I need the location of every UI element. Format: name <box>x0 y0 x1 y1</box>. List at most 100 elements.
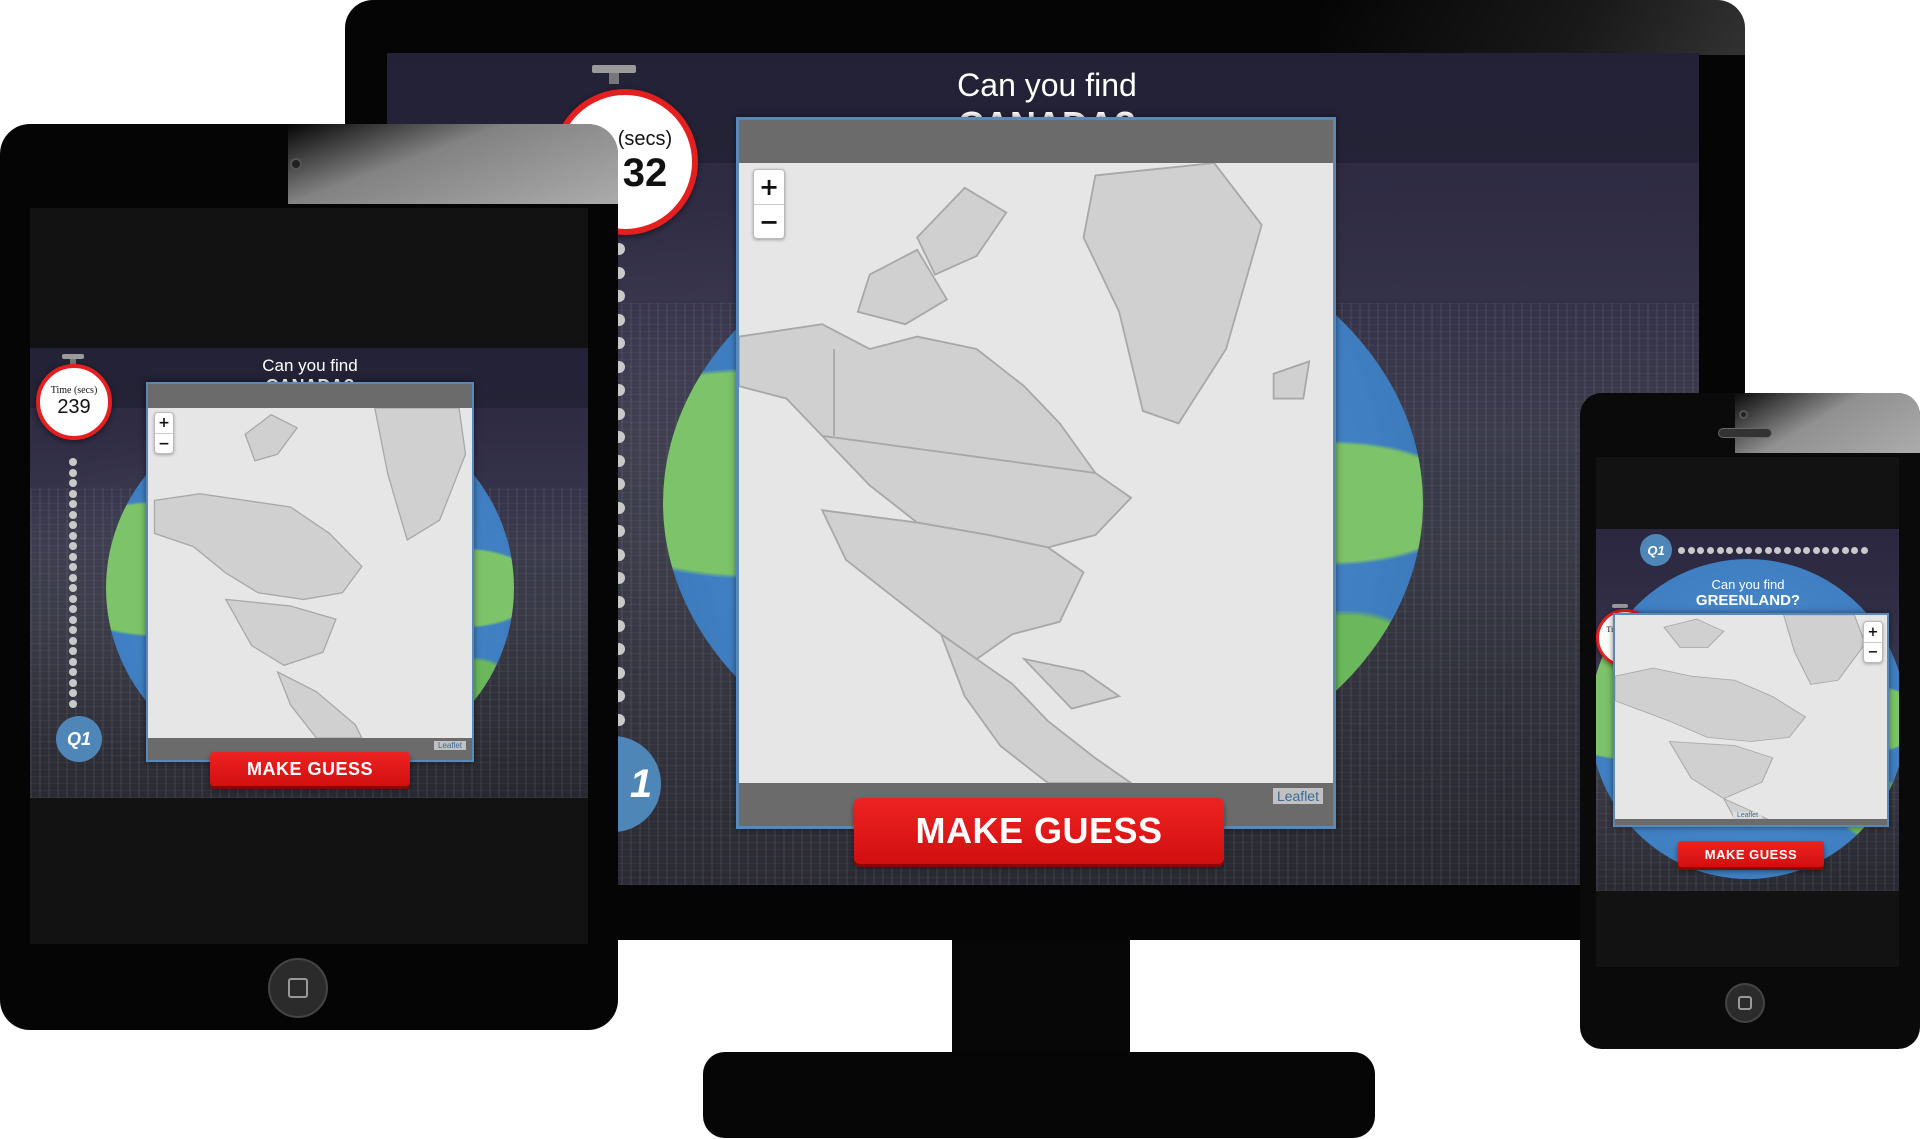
progress-dot <box>69 636 77 645</box>
progress-dot <box>69 678 77 687</box>
zoom-out-icon[interactable]: − <box>1864 642 1882 662</box>
progress-dot <box>69 468 77 477</box>
progress-dot <box>69 668 77 677</box>
tablet-camera <box>290 158 302 170</box>
tablet-map[interactable]: + − Leaflet <box>146 382 474 762</box>
phone-camera <box>1739 410 1748 419</box>
progress-dot <box>1822 547 1830 554</box>
zoom-in-icon[interactable]: + <box>754 170 784 204</box>
phone-map-land <box>1615 615 1866 819</box>
progress-dot <box>69 605 77 614</box>
desktop-timer-label: (secs) <box>617 128 673 150</box>
progress-dot <box>69 563 77 572</box>
phone-progress-dots <box>1678 547 1868 555</box>
tablet-stopwatch-icon: Time (secs) 239 <box>36 364 112 440</box>
zoom-out-icon[interactable]: − <box>155 433 173 453</box>
phone-speaker <box>1718 428 1772 438</box>
desktop-timer-value: 32 <box>622 151 668 195</box>
phone-zoom-control: + − <box>1863 621 1883 663</box>
phone-question: Can you find GREENLAND? <box>1658 577 1838 609</box>
monitor-stand-neck <box>952 938 1130 1058</box>
tablet-app-view: Time (secs) 239 Q1 Can you find + − Leaf… <box>30 348 588 798</box>
desktop-zoom-control: + − <box>753 169 785 239</box>
progress-dot <box>1716 547 1724 554</box>
tablet-question-badge: Q1 <box>56 716 102 762</box>
progress-dot <box>1832 547 1839 554</box>
tablet-map-tiles[interactable]: + − <box>148 408 472 738</box>
progress-dot <box>1755 547 1762 554</box>
progress-dot <box>1697 547 1705 554</box>
phone-make-guess-button[interactable]: MAKE GUESS <box>1678 841 1824 867</box>
progress-dot <box>69 510 77 519</box>
progress-dot <box>1678 547 1685 554</box>
progress-dot <box>69 489 77 498</box>
phone-screen: Q1 Can you find GREENLAND? Time (secs) 2… <box>1596 457 1899 967</box>
progress-dot <box>1860 547 1868 554</box>
progress-dot <box>69 689 77 698</box>
progress-dot <box>1764 547 1772 554</box>
progress-dot <box>1793 547 1801 554</box>
phone-gloss <box>1735 393 1920 453</box>
progress-dot <box>1841 547 1849 554</box>
progress-dot <box>69 626 77 635</box>
desktop-map[interactable]: + − Leaflet <box>736 117 1336 829</box>
progress-dot <box>1687 547 1695 554</box>
tablet-zoom-control: + − <box>154 412 174 454</box>
progress-dot <box>1726 547 1734 554</box>
progress-dot <box>69 531 77 540</box>
progress-dot <box>69 458 77 466</box>
zoom-in-icon[interactable]: + <box>1864 622 1882 642</box>
progress-dot <box>1783 547 1791 554</box>
progress-dot <box>69 615 77 624</box>
progress-dot <box>69 573 77 582</box>
monitor-gloss <box>1320 0 1745 55</box>
tablet-gloss <box>288 124 618 204</box>
tablet-home-button-icon[interactable] <box>268 958 328 1018</box>
tablet-screen: Time (secs) 239 Q1 Can you find + − Leaf… <box>30 208 588 944</box>
progress-dot <box>1851 547 1859 554</box>
phone-question-line1: Can you find <box>1711 577 1785 592</box>
phone-question-badge-label: Q1 <box>1647 542 1665 558</box>
phone-map-tiles[interactable]: + − <box>1615 615 1887 819</box>
progress-dot <box>1745 547 1753 554</box>
phone-home-button-icon[interactable] <box>1725 983 1765 1023</box>
zoom-in-icon[interactable]: + <box>155 413 173 433</box>
progress-dot <box>69 479 77 488</box>
phone-timer-cap <box>1612 604 1628 608</box>
desktop-question-line1: Can you find <box>957 67 1137 103</box>
progress-dot <box>69 500 77 509</box>
tablet-map-land <box>153 408 467 738</box>
tablet-map-attribution[interactable]: Leaflet <box>433 741 466 750</box>
progress-dot <box>1706 547 1714 554</box>
desktop-map-tiles[interactable]: + − <box>739 163 1333 783</box>
progress-dot <box>1812 547 1820 554</box>
phone-question-country: GREENLAND? <box>1695 592 1801 609</box>
tablet-question-badge-label: Q1 <box>66 728 91 749</box>
tablet-home-square <box>288 978 308 998</box>
progress-dot <box>69 594 77 603</box>
phone-question-badge: Q1 <box>1640 534 1672 566</box>
progress-dot <box>1735 547 1743 554</box>
tablet-timer-value: 239 <box>57 396 91 418</box>
tablet-make-guess-button[interactable]: MAKE GUESS <box>210 752 410 786</box>
tablet-timer-label: Time (secs) <box>50 385 98 396</box>
progress-dot <box>69 647 77 656</box>
desktop-timer-cap <box>592 65 636 73</box>
tablet-timer-cap <box>62 354 84 359</box>
monitor-stand-base <box>703 1052 1375 1138</box>
progress-dot <box>69 521 77 530</box>
progress-dot <box>69 552 77 561</box>
progress-dot <box>69 584 77 593</box>
desktop-make-guess-button[interactable]: MAKE GUESS <box>854 798 1224 864</box>
desktop-question-badge-label: 1 <box>629 761 653 806</box>
tablet-question-line1: Can you find <box>262 356 358 375</box>
desktop-map-land <box>739 163 1311 783</box>
phone-map-attribution[interactable]: Leaflet <box>1733 812 1763 819</box>
progress-dot <box>1803 547 1811 554</box>
phone-app-view: Q1 Can you find GREENLAND? Time (secs) 2… <box>1596 529 1899 891</box>
zoom-out-icon[interactable]: − <box>754 204 784 238</box>
phone-map[interactable]: + − Leaflet <box>1613 613 1889 827</box>
phone-home-square <box>1738 996 1752 1010</box>
progress-dot <box>69 542 77 551</box>
desktop-map-attribution[interactable]: Leaflet <box>1272 788 1323 804</box>
